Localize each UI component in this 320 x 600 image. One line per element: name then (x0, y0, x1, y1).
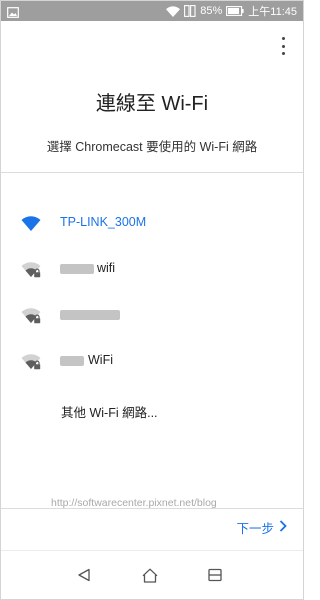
network-name-row (60, 307, 120, 321)
overflow-menu-icon[interactable] (277, 35, 289, 57)
wifi-icon (21, 353, 41, 370)
next-button[interactable]: 下一步 (236, 519, 287, 536)
clock: 上午11:45 (248, 6, 297, 18)
network-name-row: wifi (60, 261, 115, 275)
network-name-row: WiFi (60, 353, 113, 367)
lock-icon (34, 360, 41, 370)
battery-percentage: 85% (200, 5, 223, 17)
top-divider (1, 172, 303, 173)
app-screen: 85% 上午11:45 連線至 Wi-Fi 選擇 Chromecast 要使用的… (0, 0, 304, 600)
page-title: 連線至 Wi-Fi (95, 93, 209, 115)
wifi-icon (21, 307, 41, 324)
other-network-link[interactable]: 其他 Wi-Fi 網路... (61, 402, 158, 421)
navigation-bar (1, 550, 303, 599)
redacted-name (60, 355, 84, 366)
wifi-icon (21, 215, 41, 232)
bottom-divider (1, 508, 303, 509)
network-item-3[interactable] (1, 300, 303, 330)
page-subtitle: 選擇 Chromecast 要使用的 Wi-Fi 網路 (46, 140, 258, 154)
network-item-2[interactable]: wifi (1, 254, 303, 284)
network-item-tp-link[interactable]: TP-LINK_300M (1, 208, 303, 238)
lock-icon (34, 268, 41, 278)
wifi-status-icon (166, 5, 181, 17)
network-name: TP-LINK_300M (60, 215, 147, 229)
redacted-name (60, 263, 94, 274)
wifi-icon (21, 261, 41, 278)
gallery-icon (7, 5, 19, 23)
redacted-name (60, 309, 120, 320)
status-icons: 85% 上午11:45 (166, 3, 297, 19)
back-icon[interactable] (73, 564, 95, 586)
network-name: wifi (97, 261, 116, 275)
recents-icon[interactable] (204, 564, 226, 586)
lock-icon (34, 314, 41, 324)
battery-icon (226, 6, 244, 16)
next-label: 下一步 (236, 521, 274, 536)
network-item-4[interactable]: WiFi (1, 346, 303, 376)
network-name: WiFi (88, 353, 113, 367)
home-icon[interactable] (139, 564, 161, 586)
chevron-right-icon (279, 519, 287, 535)
sim-icon (184, 5, 196, 17)
status-bar: 85% 上午11:45 (1, 1, 303, 21)
